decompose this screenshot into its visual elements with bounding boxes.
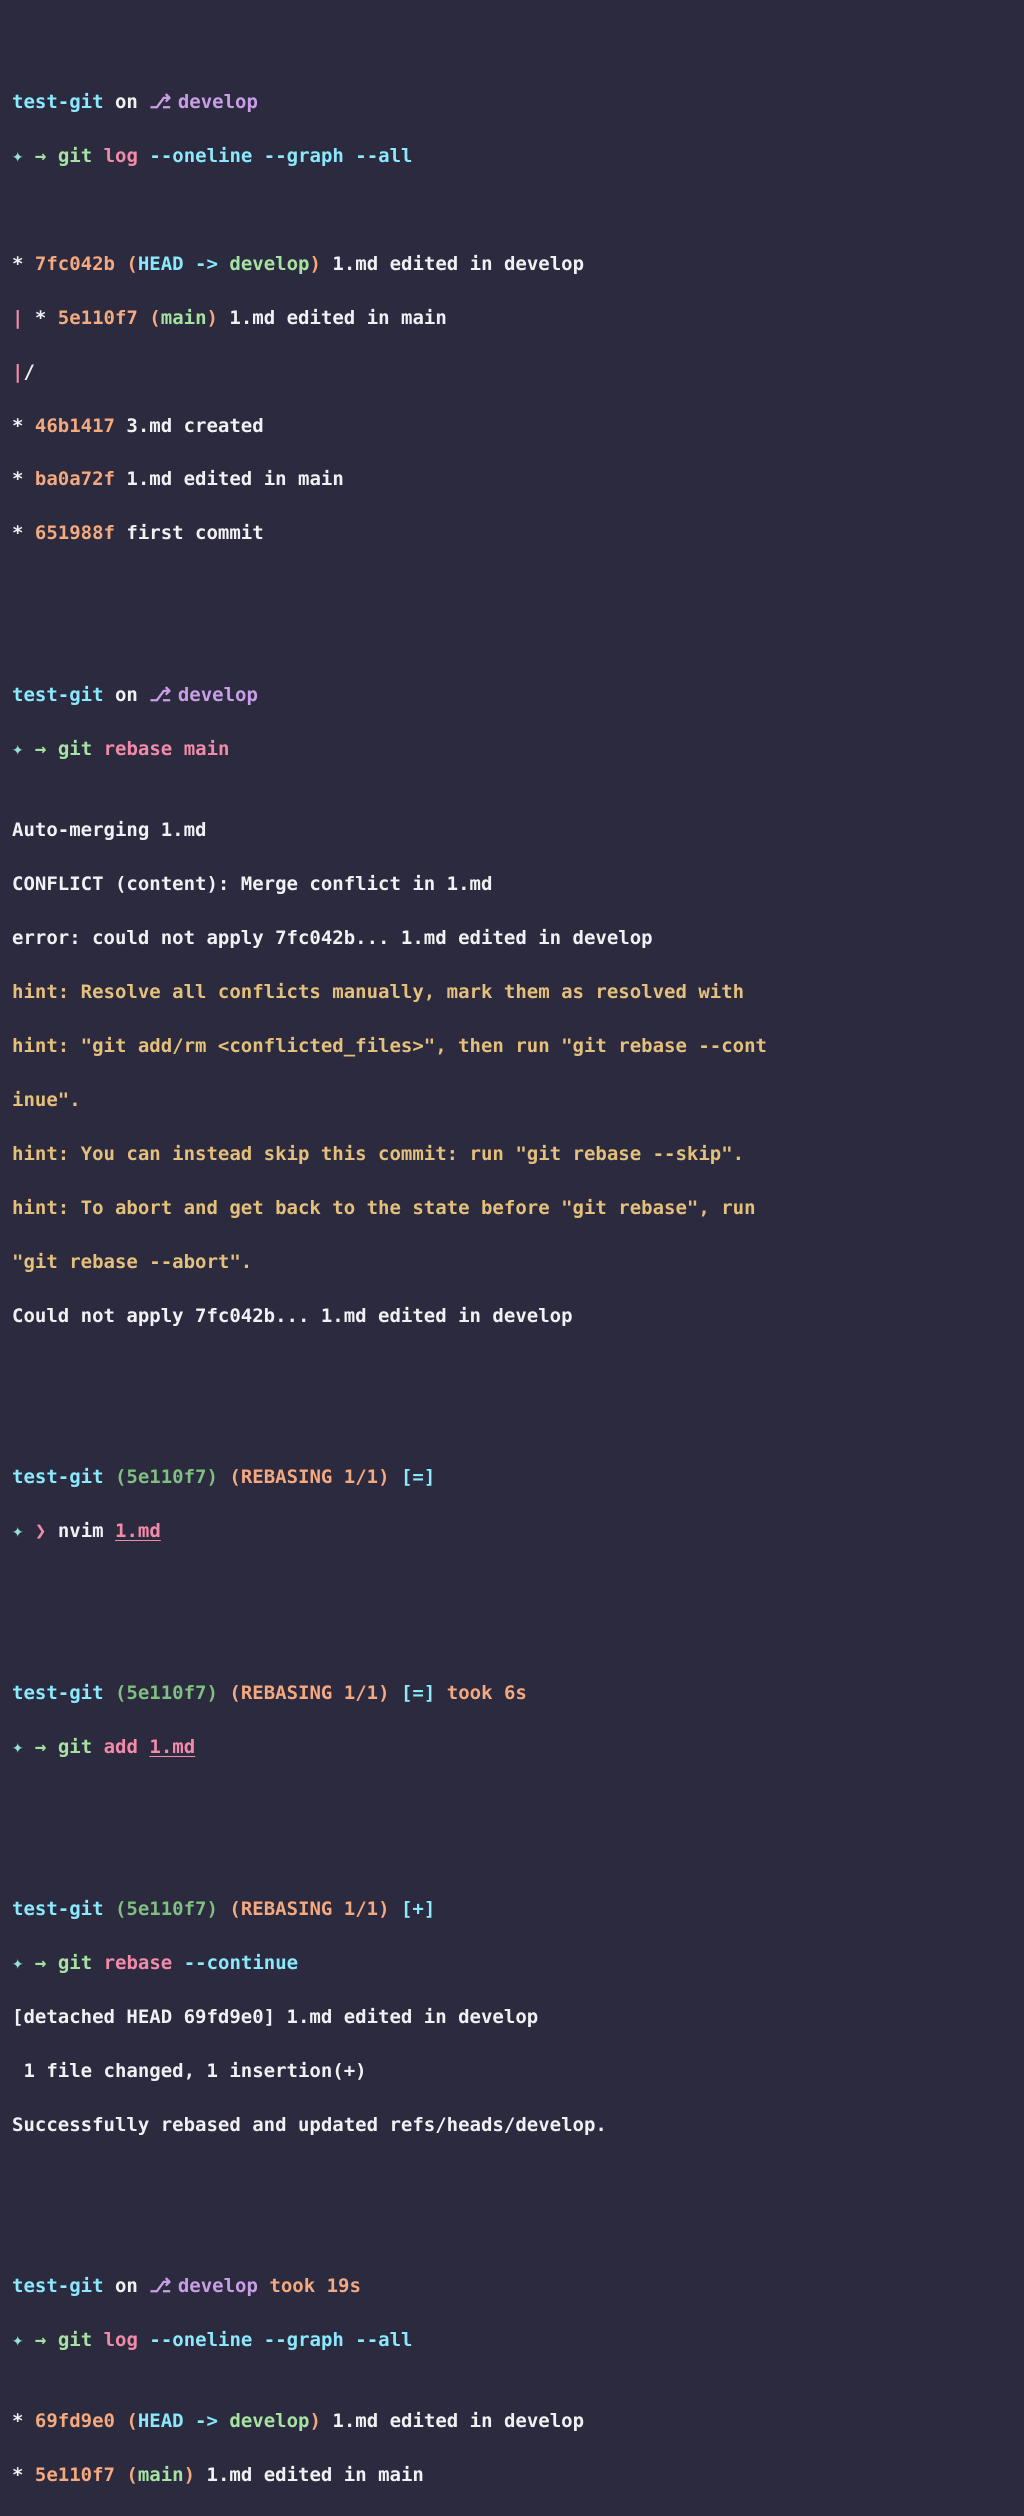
file-arg: 1.md (115, 1520, 161, 1542)
command-line: ✦ → git rebase --continue (12, 1950, 1012, 1977)
command-line: ✦ → git rebase main (12, 736, 1012, 763)
blank-line (12, 1356, 1012, 1383)
git-log-line: * 651988f first commit (12, 520, 1012, 547)
hint-line: hint: Resolve all conflicts manually, ma… (12, 979, 1012, 1006)
prompt-line: test-git (5e110f7) (REBASING 1/1) [=] to… (12, 1680, 1012, 1707)
hint-line: hint: To abort and get back to the state… (12, 1195, 1012, 1222)
git-log-line: | * 5e110f7 (main) 1.md edited in main (12, 305, 1012, 332)
branch-icon: ⎇ (149, 89, 166, 116)
terminal-output[interactable]: test-git on ⎇ develop ✦ → git log --onel… (0, 0, 1024, 2516)
output-line: Successfully rebased and updated refs/he… (12, 2112, 1012, 2139)
hint-line: hint: "git add/rm <conflicted_files>", t… (12, 1033, 1012, 1060)
branch-name: develop (178, 91, 258, 113)
git-graph-line: |/ (12, 359, 1012, 386)
git-log-line: * 7fc042b (HEAD -> develop) 1.md edited … (12, 251, 1012, 278)
rangle-icon: ❯ (35, 1520, 46, 1542)
git-log-line: * 5e110f7 (main) 1.md edited in main (12, 2462, 1012, 2489)
output-line: error: could not apply 7fc042b... 1.md e… (12, 925, 1012, 952)
blank-line (12, 1788, 1012, 1815)
blank-line (12, 1572, 1012, 1599)
prompt-dir: test-git (12, 91, 104, 113)
output-line: CONFLICT (content): Merge conflict in 1.… (12, 871, 1012, 898)
hint-line: inue". (12, 1087, 1012, 1114)
branch-icon: ⎇ (149, 682, 166, 709)
prompt-line: test-git on ⎇ develop (12, 89, 1012, 116)
output-line: 1 file changed, 1 insertion(+) (12, 2058, 1012, 2085)
command-line: ✦ → git log --oneline --graph --all (12, 2327, 1012, 2354)
git-log-line: * ba0a72f 1.md edited in main (12, 466, 1012, 493)
output-line: Could not apply 7fc042b... 1.md edited i… (12, 1303, 1012, 1330)
command-line: ✦ → git add 1.md (12, 1734, 1012, 1761)
prompt-line: test-git on ⎇ develop took 19s (12, 2273, 1012, 2300)
star-icon: ✦ (12, 145, 23, 167)
output-line: Auto-merging 1.md (12, 817, 1012, 844)
prompt-line: test-git (5e110f7) (REBASING 1/1) [=] (12, 1464, 1012, 1491)
git-log-line: * 69fd9e0 (HEAD -> develop) 1.md edited … (12, 2408, 1012, 2435)
blank-line (12, 574, 1012, 601)
branch-icon: ⎇ (149, 2273, 166, 2300)
file-arg: 1.md (149, 1736, 195, 1758)
hint-line: "git rebase --abort". (12, 1249, 1012, 1276)
blank-line (12, 2166, 1012, 2193)
command-line: ✦ ❯ nvim 1.md (12, 1518, 1012, 1545)
arrow-icon: → (35, 145, 46, 167)
git-log-line: * 46b1417 3.md created (12, 413, 1012, 440)
output-line: [detached HEAD 69fd9e0] 1.md edited in d… (12, 2004, 1012, 2031)
prompt-line: test-git on ⎇ develop (12, 682, 1012, 709)
prompt-line: test-git (5e110f7) (REBASING 1/1) [+] (12, 1896, 1012, 1923)
command-line: ✦ → git log --oneline --graph --all (12, 143, 1012, 170)
hint-line: hint: You can instead skip this commit: … (12, 1141, 1012, 1168)
